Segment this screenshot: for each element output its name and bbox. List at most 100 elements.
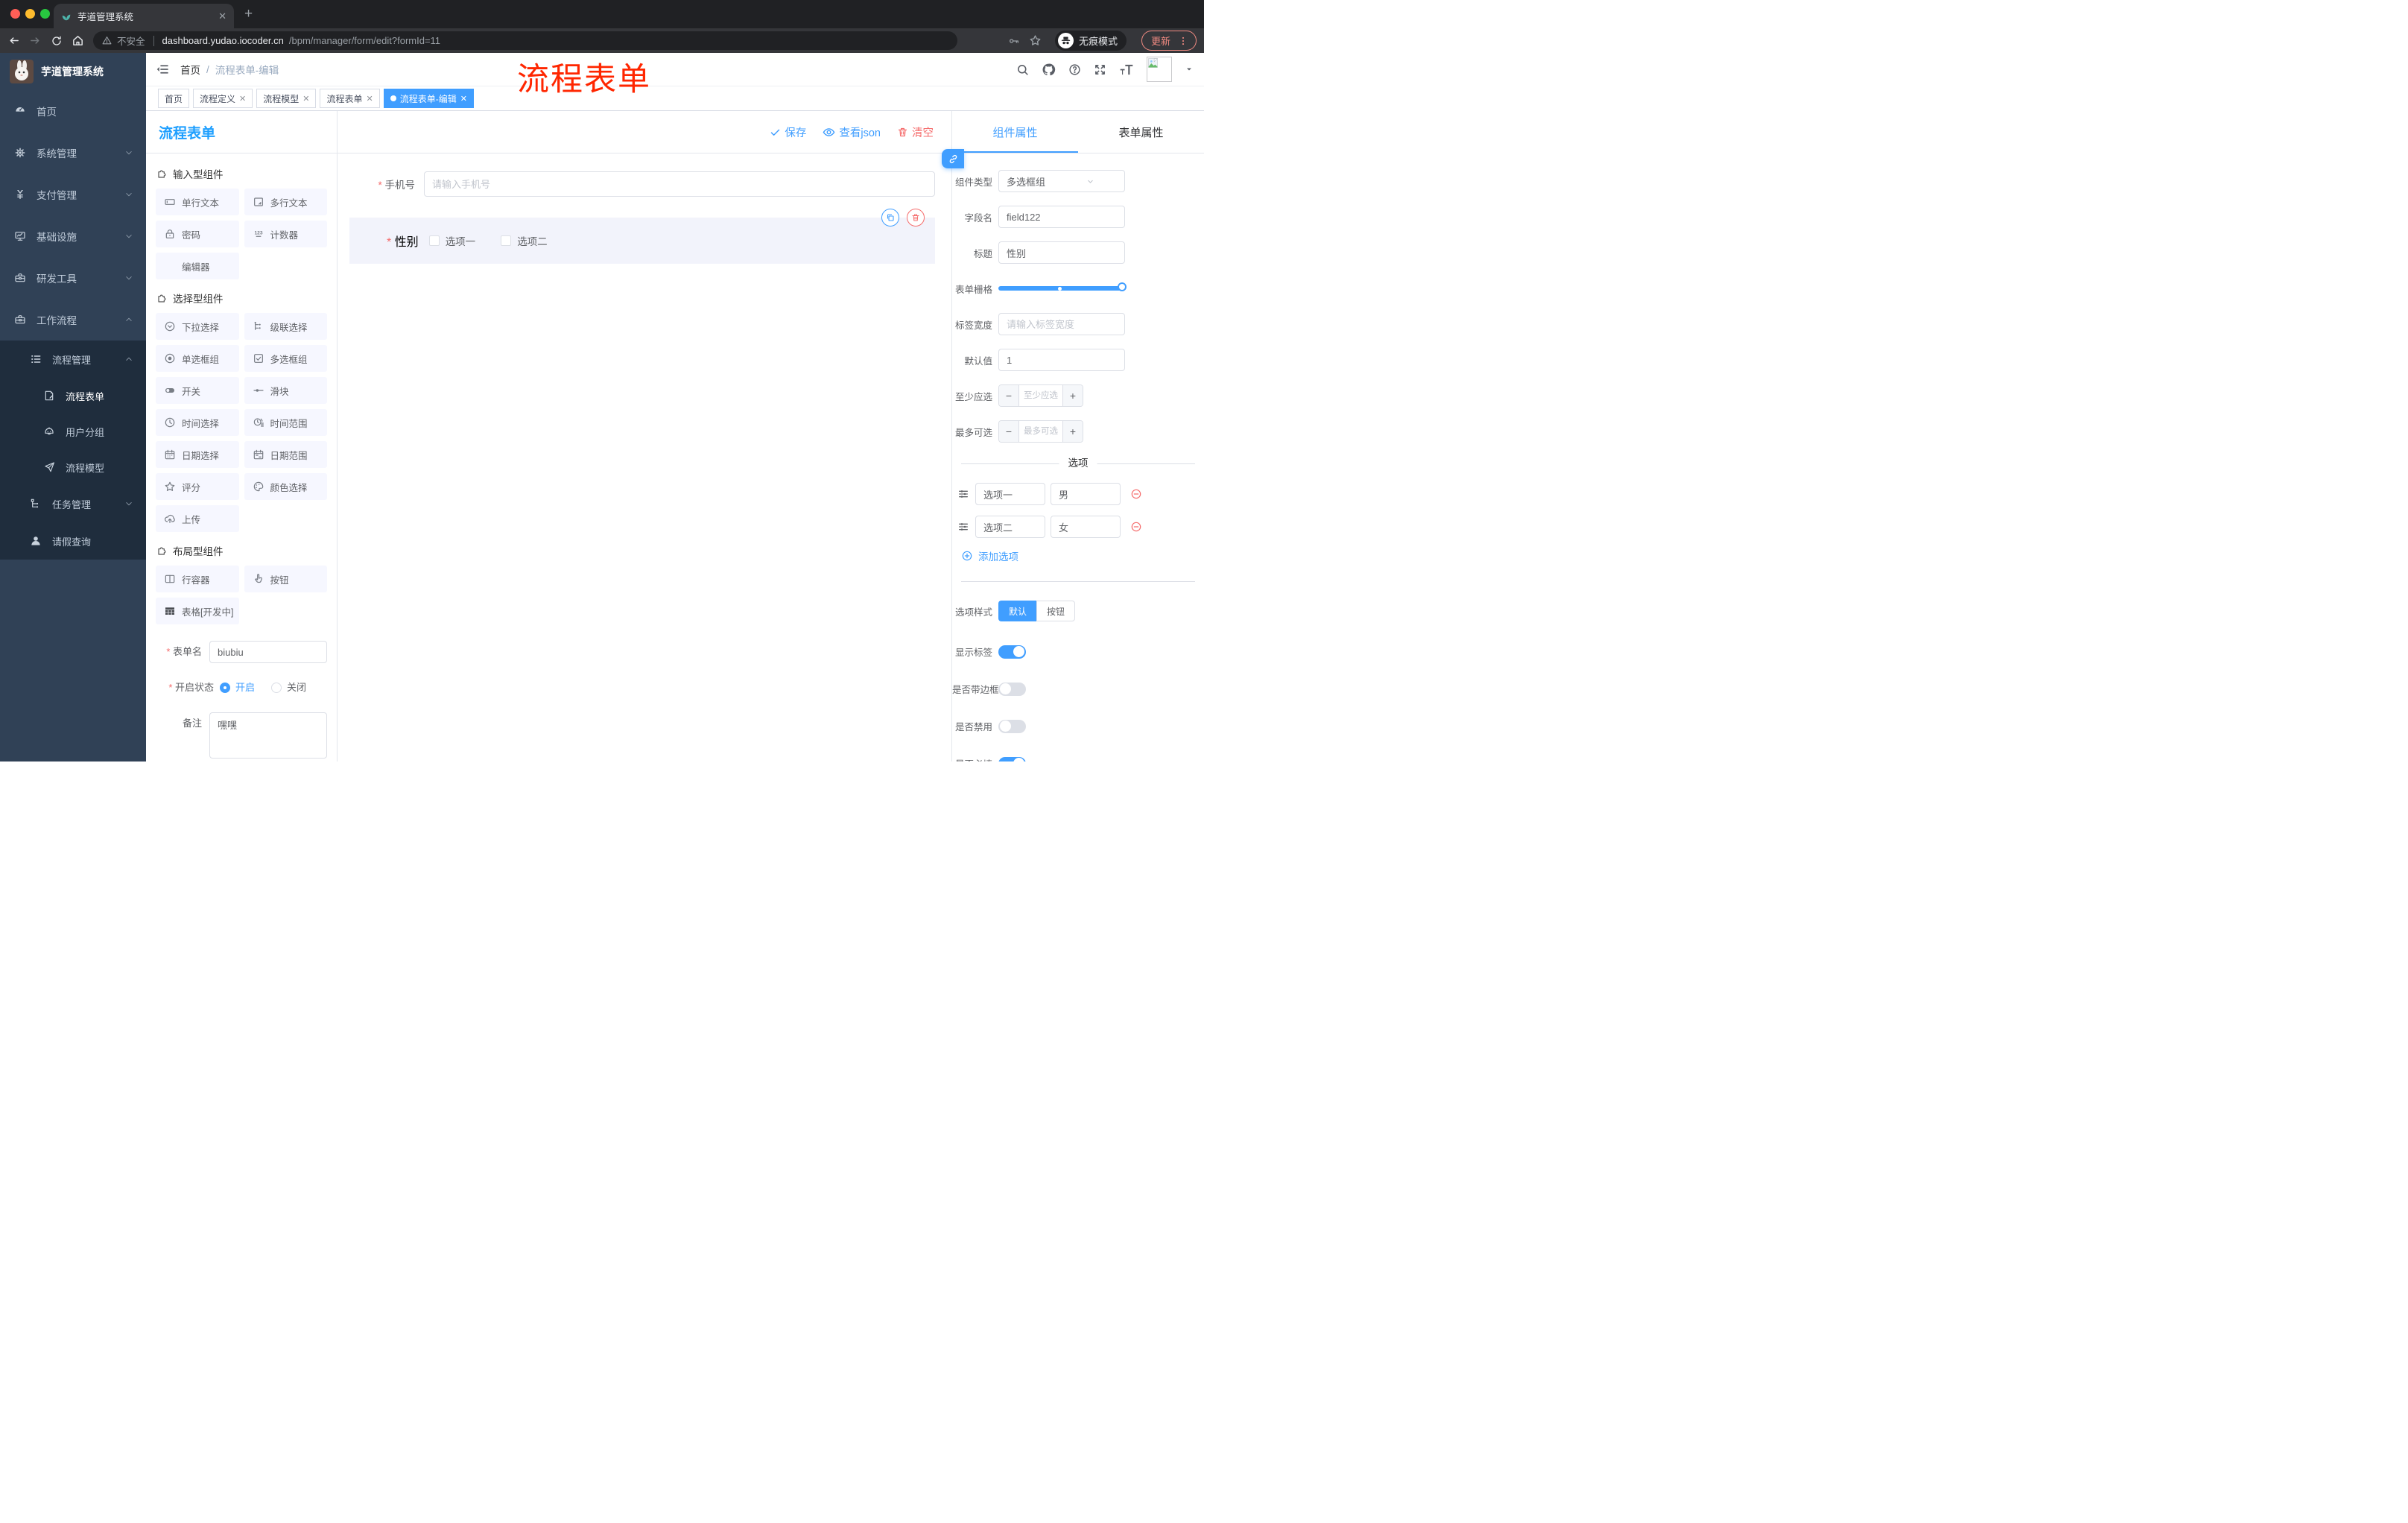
status-radio-off[interactable]: 关闭 [271,677,306,699]
stepper-plus-button[interactable]: + [1062,421,1083,442]
toggle-switch-是否带边框[interactable] [998,682,1026,696]
form-name-input[interactable] [209,641,327,663]
palette-item-密码[interactable]: 密码 [156,221,239,247]
selected-component-gender[interactable]: 性别 选项一 选项二 [349,209,935,264]
tag-close-icon[interactable]: ✕ [367,94,373,104]
phone-field-input[interactable] [424,171,935,197]
default-value-input[interactable] [998,349,1125,371]
tag-流程模型[interactable]: 流程模型 ✕ [256,89,317,108]
max-select-input[interactable] [1019,421,1062,442]
sidebar-logo[interactable]: 芋道管理系统 [0,53,146,90]
sidebar-item-支付管理[interactable]: 支付管理 [0,174,146,215]
help-icon[interactable] [1068,63,1081,76]
option-label-input[interactable] [975,483,1045,505]
option-label-input[interactable] [975,516,1045,538]
palette-item-日期选择[interactable]: 日期选择 [156,441,239,468]
reload-icon[interactable] [51,35,63,47]
phone-field[interactable]: 手机号 [349,171,935,197]
tag-流程表单[interactable]: 流程表单 ✕ [320,89,380,108]
palette-item-上传[interactable]: 上传 [156,505,239,532]
sidebar-item-首页[interactable]: 首页 [0,90,146,132]
toggle-switch-是否禁用[interactable] [998,719,1026,733]
stepper-minus-button[interactable]: − [999,421,1019,442]
remove-option-icon[interactable] [1129,488,1143,500]
gender-checkbox-选项一[interactable]: 选项一 [428,233,475,248]
palette-item-颜色选择[interactable]: 颜色选择 [244,473,327,500]
palette-item-日期范围[interactable]: 日期范围 [244,441,327,468]
min-select-input[interactable] [1019,385,1062,406]
sidebar-item-研发工具[interactable]: 研发工具 [0,257,146,299]
toggle-switch-显示标签[interactable] [998,645,1026,659]
palette-item-下拉选择[interactable]: 下拉选择 [156,313,239,340]
option-value-input[interactable] [1051,516,1121,538]
palette-item-多行文本[interactable]: 多行文本 [244,189,327,215]
palette-item-行容器[interactable]: 行容器 [156,566,239,592]
minimize-window-button[interactable] [25,9,35,19]
canvas-body[interactable]: 手机号 性别 选项一 选项二 [338,153,951,762]
clear-button[interactable]: 清空 [897,124,934,140]
tag-首页[interactable]: 首页 [158,89,190,108]
option-value-input[interactable] [1051,483,1121,505]
remove-option-icon[interactable] [1129,521,1143,533]
drag-handle-icon[interactable] [957,488,970,500]
url-bar[interactable]: 不安全 dashboard.yudao.iocoder.cn/bpm/manag… [93,31,957,50]
tag-流程定义[interactable]: 流程定义 ✕ [193,89,253,108]
avatar-caret-icon[interactable] [1185,65,1194,74]
save-button[interactable]: 保存 [770,124,806,140]
option-style-默认[interactable]: 默认 [998,601,1037,621]
sidebar-item-系统管理[interactable]: 系统管理 [0,132,146,174]
copy-component-button[interactable] [881,209,899,227]
component-type-select[interactable]: 多选框组 [998,170,1125,192]
palette-item-级联选择[interactable]: 级联选择 [244,313,327,340]
sidebar-item-用户分组[interactable]: 用户分组 [0,414,146,449]
update-label[interactable]: 更新 [1151,34,1170,48]
browser-tab[interactable]: 芋道管理系统 ✕ [54,4,234,28]
label-width-input[interactable] [998,313,1125,335]
add-option-button[interactable]: 添加选项 [961,548,1204,563]
gender-checkbox-选项二[interactable]: 选项二 [501,233,548,248]
bookmark-star-icon[interactable] [1029,34,1042,47]
tag-流程表单-编辑[interactable]: 流程表单-编辑 ✕ [383,89,474,108]
option-style-按钮[interactable]: 按钮 [1036,601,1076,621]
status-radio-on[interactable]: 开启 [220,677,255,699]
tag-close-icon[interactable]: ✕ [460,94,467,104]
palette-item-滑块[interactable]: 滑块 [244,377,327,404]
drawer-handle-link-icon[interactable] [942,149,964,168]
palette-item-单行文本[interactable]: 单行文本 [156,189,239,215]
font-size-icon[interactable] [1119,63,1134,76]
breadcrumb-home[interactable]: 首页 [180,62,200,77]
sidebar-item-工作流程[interactable]: 工作流程 [0,299,146,341]
palette-item-编辑器[interactable]: 编辑器 [156,253,239,279]
sidebar-item-流程表单[interactable]: 流程表单 [0,378,146,414]
title-input[interactable] [998,241,1125,264]
palette-item-时间选择[interactable]: 时间选择 [156,409,239,436]
search-icon[interactable] [1016,63,1029,76]
palette-item-计数器[interactable]: 123 计数器 [244,221,327,247]
palette-item-时间范围[interactable]: 时间范围 [244,409,327,436]
browser-update-button[interactable]: 更新 [1141,31,1197,51]
stepper-minus-button[interactable]: − [999,385,1019,406]
view-json-button[interactable]: 查看json [823,124,881,140]
sidebar-item-基础设施[interactable]: 基础设施 [0,215,146,257]
slider-handle[interactable] [1118,282,1127,291]
sidebar-item-请假查询[interactable]: 请假查询 [0,522,146,560]
password-key-icon[interactable] [1008,35,1020,47]
palette-item-按钮[interactable]: 按钮 [244,566,327,592]
browser-menu-dots-icon[interactable] [1178,36,1188,46]
tag-close-icon[interactable]: ✕ [302,94,309,104]
sidebar-item-流程管理[interactable]: 流程管理 [0,341,146,378]
not-secure-label[interactable]: 不安全 [117,34,145,48]
home-icon[interactable] [72,34,84,47]
fullscreen-icon[interactable] [1094,63,1106,76]
sidebar-item-任务管理[interactable]: 任务管理 [0,485,146,522]
tag-close-icon[interactable]: ✕ [239,94,246,104]
tab-component-props[interactable]: 组件属性 [952,111,1078,153]
back-icon[interactable] [7,34,20,47]
delete-component-button[interactable] [907,209,925,227]
palette-item-单选框组[interactable]: 单选框组 [156,345,239,372]
tab-form-props[interactable]: 表单属性 [1078,111,1204,153]
hamburger-icon[interactable] [156,63,170,76]
form-remark-textarea[interactable]: 嘿嘿 [209,712,327,759]
new-tab-button[interactable]: + [244,6,253,22]
tab-close-icon[interactable]: ✕ [218,10,226,22]
